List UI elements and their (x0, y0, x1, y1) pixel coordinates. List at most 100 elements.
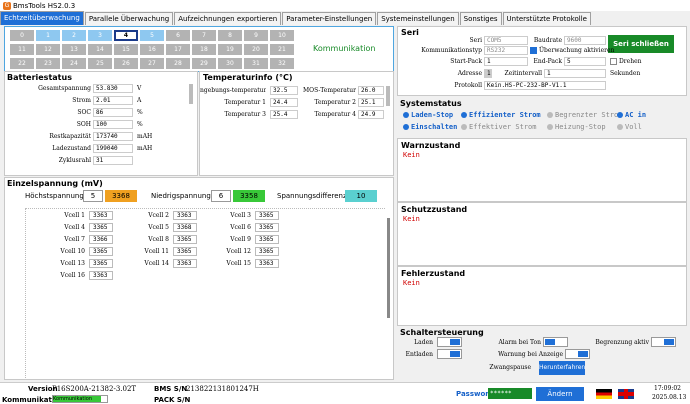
voltage-diff-label: Spannungsdifferenz (277, 192, 347, 200)
password-input[interactable]: ****** (488, 388, 532, 399)
cell-voltage-panel: Einzelspannung (mV) Höchstspannung 5 336… (4, 177, 394, 380)
pack-sn-label: PACK S/N (154, 396, 191, 404)
pack-cell-27[interactable]: 27 (140, 58, 164, 69)
pack-cell-32[interactable]: 32 (270, 58, 294, 69)
temp-label-1a: Temperatur 1 (224, 99, 266, 106)
pack-cell-31[interactable]: 31 (244, 58, 268, 69)
vcell-label-3: Vcell 3 (230, 212, 251, 219)
warn-display-toggle[interactable] (565, 349, 590, 359)
communication-status: Kommunikation (313, 44, 376, 53)
status-dot-icon (617, 124, 623, 130)
pack-cell-1[interactable]: 1 (36, 30, 60, 41)
charge-toggle[interactable] (437, 337, 462, 347)
pack-cell-5[interactable]: 5 (140, 30, 164, 41)
pack-cell-9[interactable]: 9 (244, 30, 268, 41)
pack-cell-22[interactable]: 22 (10, 58, 34, 69)
password-label: Passwort (456, 390, 493, 398)
vcell-value-8: 3365 (173, 235, 197, 244)
serial-port-label: Seri (469, 37, 482, 44)
pack-cell-8[interactable]: 8 (218, 30, 242, 41)
vcell-value-7: 3366 (89, 235, 113, 244)
pack-cell-30[interactable]: 30 (218, 58, 242, 69)
rotate-checkbox[interactable] (610, 58, 617, 65)
uk-flag-cross-h-icon (618, 392, 634, 396)
pack-cell-10[interactable]: 10 (270, 30, 294, 41)
comm-type-select[interactable]: RS232 (484, 46, 528, 55)
vcell-label-10: Vcell 10 (60, 248, 85, 255)
temperature-scrollbar[interactable] (386, 86, 390, 106)
tab-6[interactable]: Unterstützte Protokolle (502, 12, 591, 25)
german-flag-icon[interactable] (596, 389, 612, 399)
pack-cell-12[interactable]: 12 (36, 44, 60, 55)
clock-date: 2025.08.13 (652, 394, 687, 401)
temp-value-1a: 24.4 (270, 98, 298, 107)
monitor-checkbox[interactable] (530, 47, 537, 54)
pack-grid-panel: 0 1 2 3 4 5 6 7 8 9 10 11 12 13 14 15 16 17 18 19 20 21 22 23 24… (4, 26, 394, 72)
tab-3[interactable]: Parameter-Einstellungen (282, 12, 377, 25)
battery-scrollbar[interactable] (189, 84, 193, 104)
pack-cell-25[interactable]: 25 (88, 58, 112, 69)
tab-2[interactable]: Aufzeichnungen exportieren (174, 12, 282, 25)
pack-cell-0[interactable]: 0 (10, 30, 34, 41)
tab-5[interactable]: Sonstiges (459, 12, 502, 25)
temp-value-0a: 32.5 (270, 86, 298, 95)
pack-cell-7[interactable]: 7 (192, 30, 216, 41)
comm-progress-fill: Kommunikation (53, 396, 101, 402)
interval-select[interactable]: 1 (544, 69, 606, 78)
pack-cell-2[interactable]: 2 (62, 30, 86, 41)
tab-1[interactable]: Parallele Überwachung (84, 12, 174, 25)
uk-flag-icon[interactable] (618, 389, 634, 399)
pack-cell-23[interactable]: 23 (36, 58, 60, 69)
vcell-value-9: 3365 (255, 235, 279, 244)
vcell-label-9: Vcell 9 (230, 236, 251, 243)
temperature-title: Temperaturinfo (°C) (203, 73, 293, 82)
battery-unit-0: V (137, 85, 142, 92)
discharge-toggle[interactable] (437, 349, 462, 359)
pack-cell-3[interactable]: 3 (88, 30, 112, 41)
alarm-sound-toggle[interactable] (543, 337, 568, 347)
address-input[interactable]: 1 (484, 69, 492, 78)
pack-cell-28[interactable]: 28 (166, 58, 190, 69)
pack-cell-11[interactable]: 11 (10, 44, 34, 55)
sys-status-text: Heizung-Stop (555, 123, 606, 131)
vcell-value-14: 3363 (173, 259, 197, 268)
battery-value-6: 31 (93, 156, 133, 165)
sys-status-item-4: Einschalten (403, 123, 457, 131)
baudrate-select[interactable]: 9600 (564, 36, 606, 45)
pack-cell-13[interactable]: 13 (62, 44, 86, 55)
close-serial-button[interactable]: Seri schließen (608, 35, 674, 53)
pack-cell-20[interactable]: 20 (244, 44, 268, 55)
sys-status-item-6: Heizung-Stop (547, 123, 606, 131)
baudrate-label: Baudrate (533, 37, 562, 44)
cell-list-scrollbar[interactable] (387, 218, 390, 318)
pack-cell-16[interactable]: 16 (140, 44, 164, 55)
min-voltage-value: 3358 (233, 190, 265, 202)
battery-unit-1: A (137, 97, 142, 104)
tab-0[interactable]: Echtzeitüberwachung (0, 11, 84, 25)
end-pack-select[interactable]: 5 (564, 57, 606, 66)
pack-cell-24[interactable]: 24 (62, 58, 86, 69)
pack-cell-29[interactable]: 29 (192, 58, 216, 69)
pack-cell-21[interactable]: 21 (270, 44, 294, 55)
pack-cell-4[interactable]: 4 (114, 30, 138, 41)
battery-status-title: Batteriestatus (7, 73, 72, 82)
vcell-value-12: 3365 (255, 247, 279, 256)
pack-cell-18[interactable]: 18 (192, 44, 216, 55)
shutdown-button[interactable]: Herunterfahren (539, 361, 585, 375)
fault-panel: Fehlerzustand Kein (397, 266, 687, 326)
pack-cell-19[interactable]: 19 (218, 44, 242, 55)
pack-cell-14[interactable]: 14 (88, 44, 112, 55)
pack-cell-6[interactable]: 6 (166, 30, 190, 41)
change-password-button[interactable]: Ändern (536, 387, 584, 401)
serial-port-select[interactable]: COM5 (484, 36, 528, 45)
serial-title: Seri (401, 28, 419, 37)
pack-cell-17[interactable]: 17 (166, 44, 190, 55)
pack-cell-26[interactable]: 26 (114, 58, 138, 69)
address-label: Adresse (457, 70, 482, 77)
start-pack-select[interactable]: 1 (484, 57, 528, 66)
status-dot-icon (547, 124, 553, 130)
limit-active-toggle[interactable] (651, 337, 676, 347)
tab-4[interactable]: Systemeinstellungen (377, 12, 459, 25)
pack-cell-15[interactable]: 15 (114, 44, 138, 55)
battery-unit-4: mAH (137, 133, 153, 140)
